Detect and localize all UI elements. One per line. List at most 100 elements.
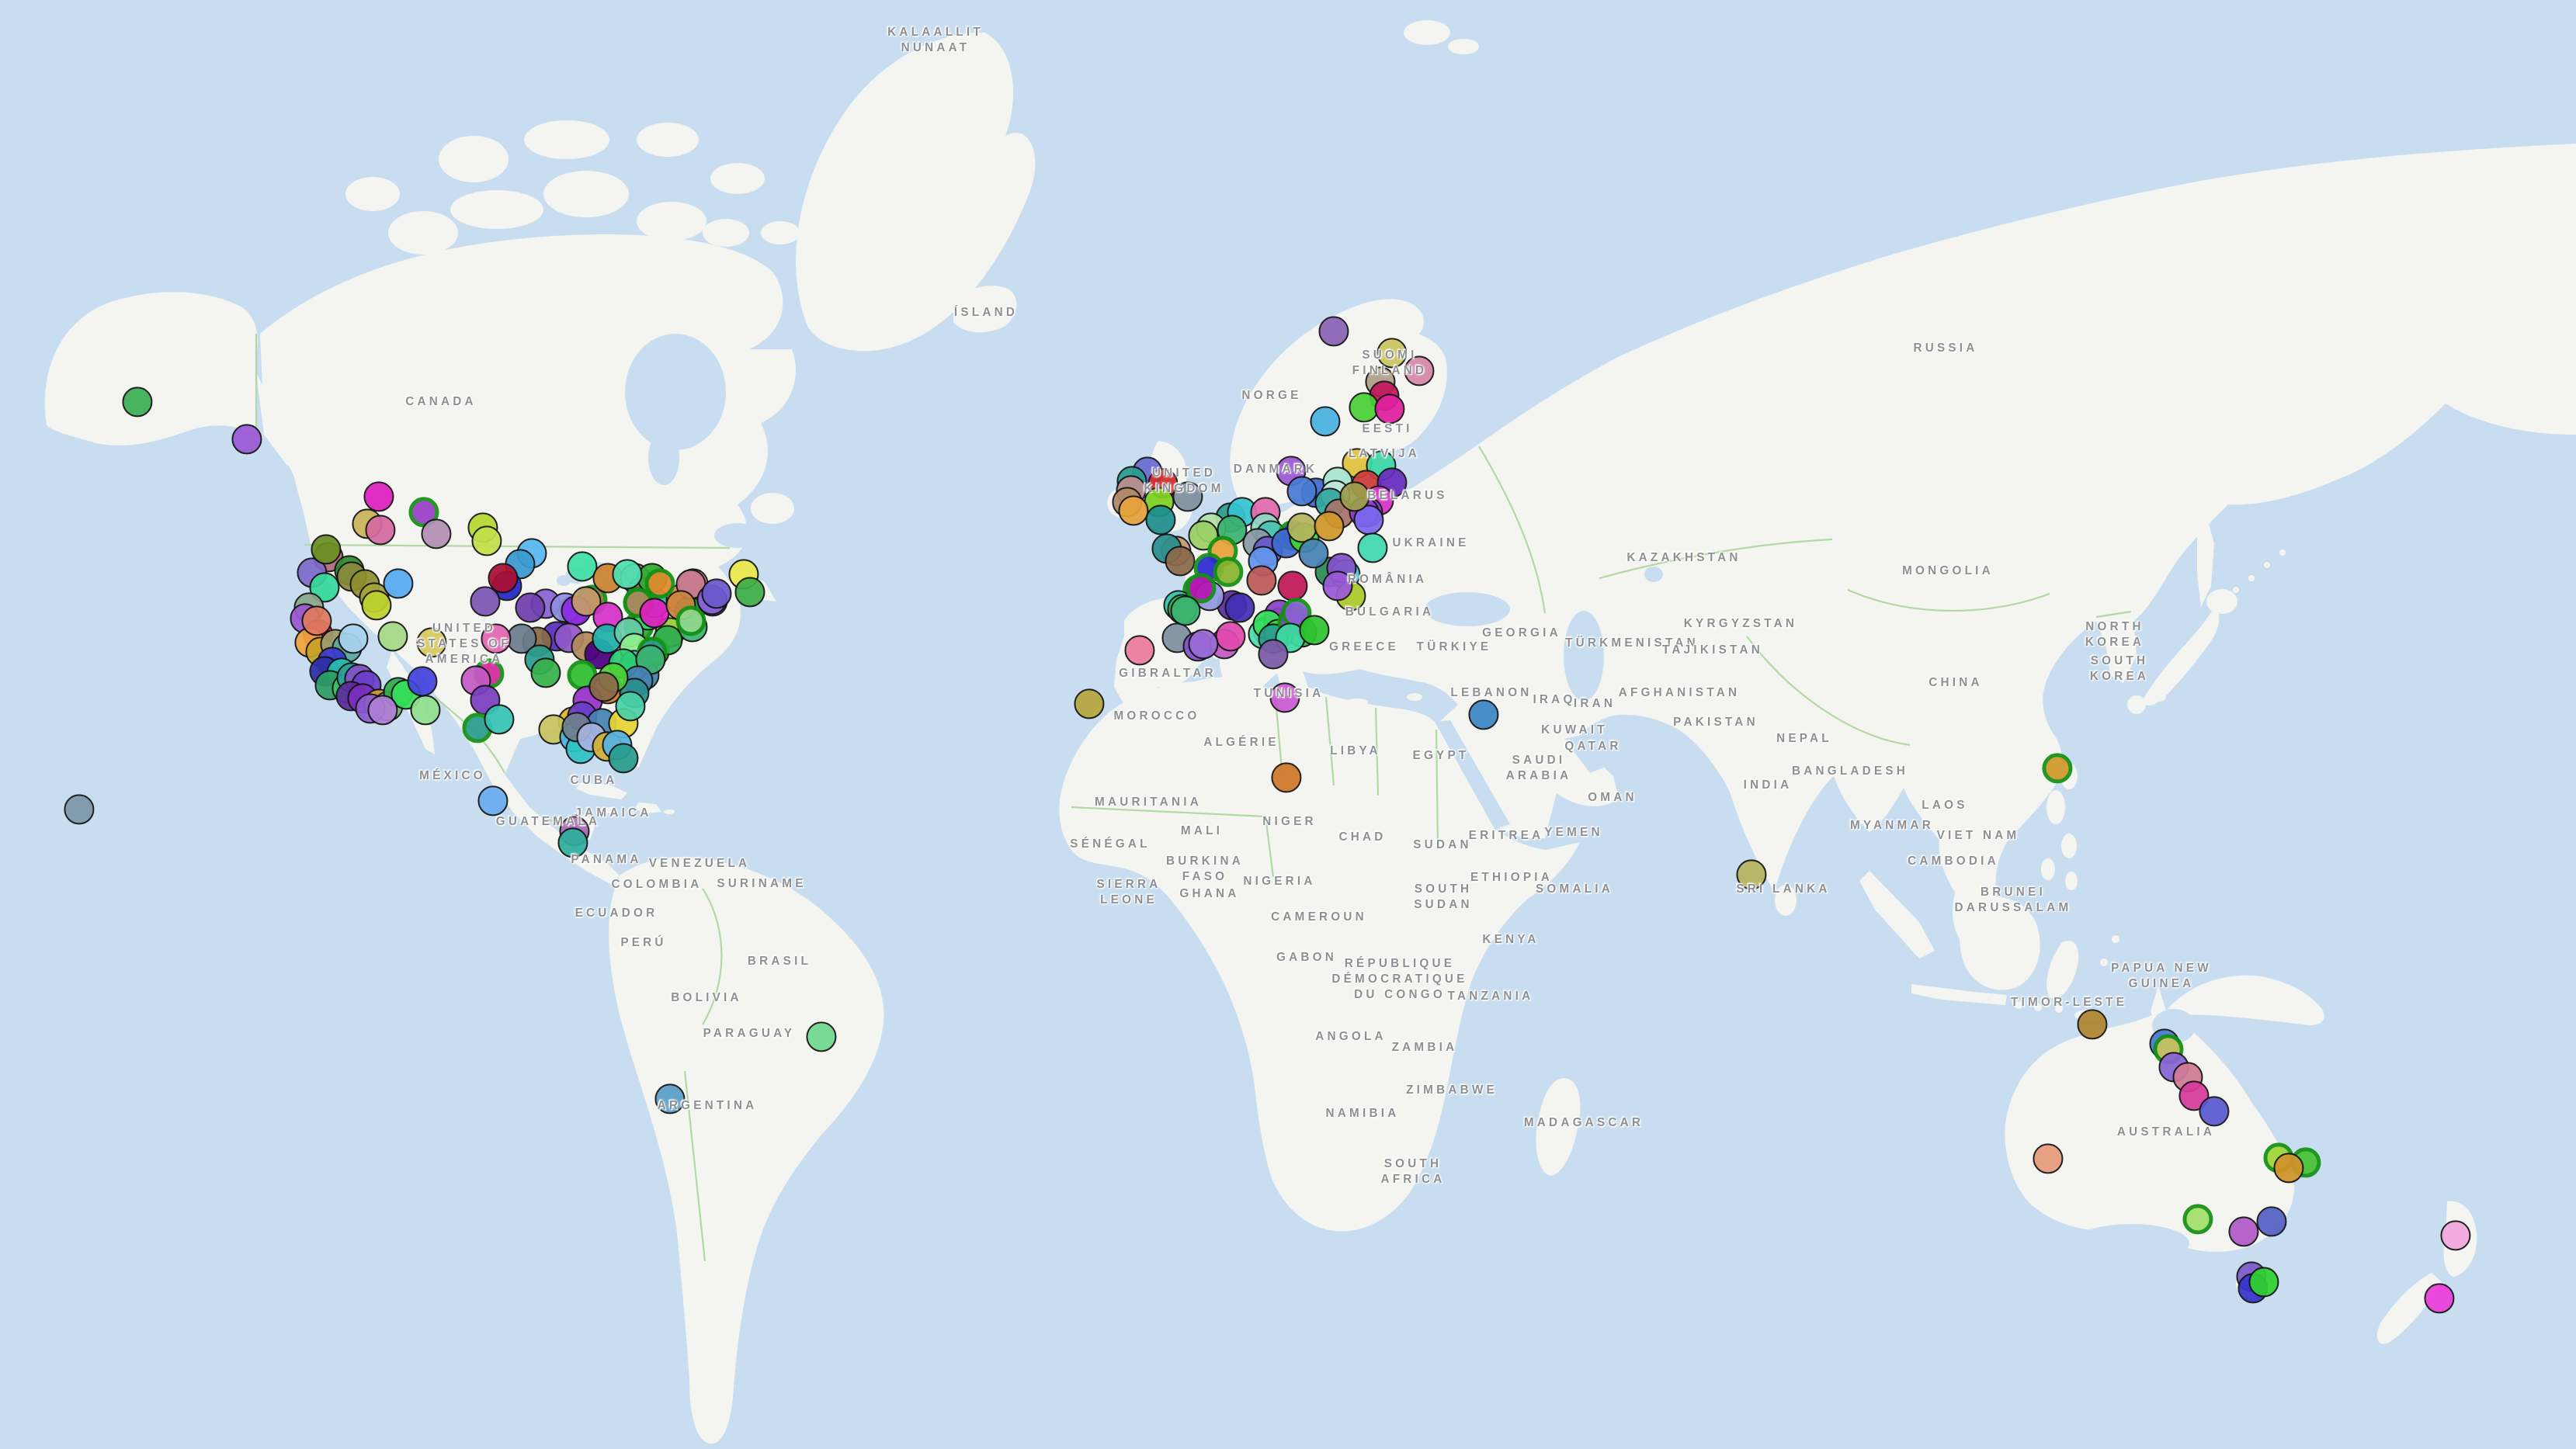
map-marker[interactable] xyxy=(377,621,408,651)
map-marker[interactable] xyxy=(367,695,398,725)
map-marker[interactable] xyxy=(2256,1206,2286,1236)
map-marker[interactable] xyxy=(2248,1267,2279,1297)
map-marker[interactable] xyxy=(1736,859,1766,889)
map-marker[interactable] xyxy=(2440,1220,2470,1250)
map-marker[interactable] xyxy=(383,568,413,598)
country-label: ÍSLAND xyxy=(954,305,1018,321)
map-marker[interactable] xyxy=(64,794,94,824)
map-marker[interactable] xyxy=(1258,639,1288,669)
map-marker[interactable] xyxy=(1188,629,1218,659)
country-label: TÜRKMENISTAN xyxy=(1565,636,1699,651)
country-label: SURINAME xyxy=(717,876,806,892)
map-marker[interactable] xyxy=(608,743,638,773)
world-map[interactable]: KALAALLIT NUNAATCANADARUSSIAÍSLANDNORGES… xyxy=(0,0,2576,1449)
map-marker[interactable] xyxy=(1286,476,1317,506)
map-marker[interactable] xyxy=(1318,316,1349,346)
country-label: SOUTH KOREA xyxy=(2090,653,2149,685)
map-marker[interactable] xyxy=(470,586,500,616)
map-marker[interactable] xyxy=(1299,615,1329,645)
map-marker[interactable] xyxy=(701,578,731,608)
map-marker[interactable] xyxy=(734,577,765,607)
map-marker[interactable] xyxy=(365,515,395,545)
map-marker[interactable] xyxy=(515,592,545,622)
map-marker[interactable] xyxy=(2199,1096,2229,1126)
map-marker[interactable] xyxy=(615,691,645,721)
map-marker[interactable] xyxy=(2042,753,2072,783)
map-marker[interactable] xyxy=(311,534,341,564)
map-marker[interactable] xyxy=(1074,688,1104,719)
map-marker[interactable] xyxy=(416,627,446,657)
map-marker[interactable] xyxy=(654,1083,685,1114)
country-label: ANGOLA xyxy=(1315,1029,1387,1045)
map-marker[interactable] xyxy=(484,704,514,734)
country-label: MAURITANIA xyxy=(1095,795,1202,810)
map-marker[interactable] xyxy=(612,559,642,589)
country-label: SOUTH AFRICA xyxy=(1380,1156,1445,1187)
country-label: TIMOR-LESTE xyxy=(2011,995,2127,1010)
map-marker[interactable] xyxy=(2424,1283,2454,1313)
map-marker[interactable] xyxy=(231,424,262,454)
map-marker[interactable] xyxy=(421,518,451,549)
map-marker[interactable] xyxy=(481,623,511,653)
map-marker[interactable] xyxy=(1468,699,1498,730)
map-marker[interactable] xyxy=(1124,635,1154,665)
country-label: CAMEROUN xyxy=(1271,910,1367,925)
map-marker[interactable] xyxy=(1277,570,1307,601)
map-marker[interactable] xyxy=(1404,355,1434,386)
map-marker[interactable] xyxy=(1271,762,1301,792)
map-marker[interactable] xyxy=(588,671,619,702)
map-marker[interactable] xyxy=(1172,481,1203,511)
map-marker[interactable] xyxy=(1374,393,1404,424)
country-label: MÉXICO xyxy=(419,768,486,784)
country-label: CHINA xyxy=(1929,675,1983,691)
map-marker[interactable] xyxy=(2228,1216,2258,1246)
map-marker[interactable] xyxy=(338,623,368,653)
map-marker[interactable] xyxy=(477,785,508,816)
country-label: CUBA xyxy=(570,773,617,789)
map-marker[interactable] xyxy=(1224,592,1255,622)
map-marker[interactable] xyxy=(1246,565,1276,595)
map-marker[interactable] xyxy=(530,657,561,688)
map-marker[interactable] xyxy=(1339,481,1370,511)
country-label: NORGE xyxy=(1241,388,1301,404)
map-marker[interactable] xyxy=(1322,570,1352,601)
country-label: MONGOLIA xyxy=(1902,563,1994,579)
map-marker[interactable] xyxy=(1165,546,1195,576)
map-marker[interactable] xyxy=(1269,682,1300,712)
country-label: ZIMBABWE xyxy=(1406,1083,1498,1098)
map-marker[interactable] xyxy=(471,525,502,556)
map-marker[interactable] xyxy=(2273,1153,2303,1183)
country-label: LIBYA xyxy=(1330,744,1381,759)
country-label: GIBRALTAR xyxy=(1119,666,1217,681)
map-marker[interactable] xyxy=(1145,504,1175,535)
map-marker[interactable] xyxy=(1118,495,1148,525)
country-label: TANZANIA xyxy=(1448,989,1534,1004)
map-marker[interactable] xyxy=(363,481,394,511)
country-label: NIGER xyxy=(1262,814,1317,830)
country-label: SAUDI ARABIA xyxy=(1506,753,1572,784)
map-marker[interactable] xyxy=(2077,1009,2107,1039)
map-marker[interactable] xyxy=(407,666,437,696)
map-marker[interactable] xyxy=(1357,532,1387,563)
map-marker[interactable] xyxy=(1298,538,1328,568)
map-marker[interactable] xyxy=(1215,621,1245,651)
country-label: QATAR xyxy=(1564,739,1621,754)
country-label: LAOS xyxy=(1922,798,1967,813)
map-marker[interactable] xyxy=(2182,1204,2213,1234)
map-marker[interactable] xyxy=(361,590,391,620)
country-label: PAKISTAN xyxy=(1673,715,1758,730)
map-marker[interactable] xyxy=(1170,595,1200,626)
map-marker[interactable] xyxy=(557,827,588,858)
country-label: ERITREA xyxy=(1469,828,1544,844)
map-marker[interactable] xyxy=(1310,406,1340,436)
map-marker[interactable] xyxy=(2033,1143,2063,1173)
map-marker[interactable] xyxy=(806,1021,836,1052)
map-marker[interactable] xyxy=(122,387,152,417)
map-marker[interactable] xyxy=(410,695,440,725)
map-marker[interactable] xyxy=(1377,338,1407,368)
country-label: TÜRKIYE xyxy=(1417,640,1492,655)
country-label: TAJIKISTAN xyxy=(1662,643,1763,658)
country-label: BRUNEI DARUSSALAM xyxy=(1955,885,2072,916)
country-label: BRASIL xyxy=(748,954,811,969)
map-marker[interactable] xyxy=(1314,511,1344,541)
